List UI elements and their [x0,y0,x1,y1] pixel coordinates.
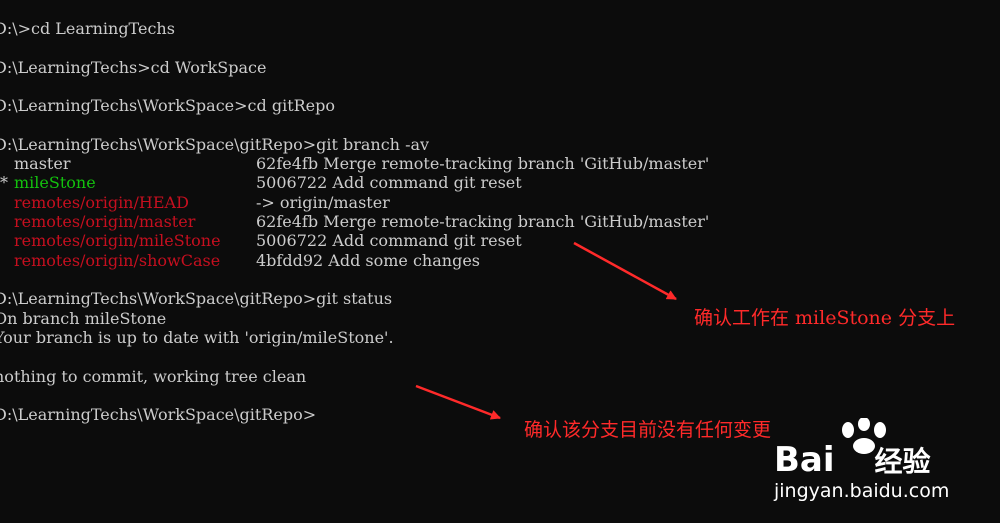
arrow-to-annotation-one [573,241,677,301]
watermark-brand-text: Bai [774,440,835,480]
watermark-brand-suffix: 经验 [874,445,931,478]
watermark-url: jingyan.baidu.com [774,480,950,502]
terminal-screenshot: D:\>cd LearningTechs D:\LearningTechs>cd… [0,0,1000,523]
arrow-to-annotation-two [415,384,501,420]
baidu-jingyan-watermark: Bai 经验 jingyan.baidu.com [770,418,1000,518]
watermark-brand: Bai 经验 [774,440,931,480]
annotation-text-no-changes: 确认该分支目前没有任何变更 [524,419,772,441]
annotation-text-milestone: 确认工作在 mileStone 分支上 [694,307,956,329]
